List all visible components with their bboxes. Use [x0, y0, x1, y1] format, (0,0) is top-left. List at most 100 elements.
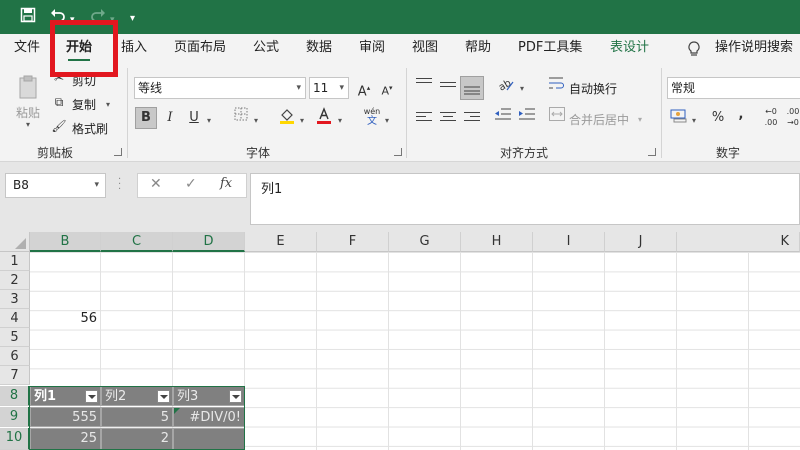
filter-dropdown-icon[interactable] [229, 390, 242, 403]
cancel-icon[interactable]: ✕ [150, 176, 162, 192]
row-header-4[interactable]: 4 [0, 309, 30, 328]
column-header-g[interactable]: G [389, 232, 461, 252]
table-cell[interactable]: 5 [101, 407, 173, 427]
tab-review[interactable]: 审阅 [359, 34, 385, 64]
enter-icon[interactable]: ✓ [185, 176, 197, 192]
tab-data[interactable]: 数据 [306, 34, 332, 64]
number-format-combo[interactable]: 常规 [667, 77, 800, 99]
tab-page-layout[interactable]: 页面布局 [174, 34, 226, 64]
row-header-10[interactable]: 10 [0, 428, 30, 450]
orientation-dropdown-icon[interactable]: ▾ [520, 84, 524, 93]
decrease-indent-icon[interactable] [492, 107, 514, 129]
font-launcher-icon[interactable] [394, 148, 402, 156]
tab-table-design[interactable]: 表设计 [610, 34, 649, 64]
underline-dropdown-icon[interactable]: ▾ [207, 116, 211, 125]
wrap-text-icon[interactable] [547, 76, 567, 98]
fill-color-icon[interactable] [276, 107, 298, 129]
tab-insert[interactable]: 插入 [121, 34, 147, 64]
customize-qat-icon[interactable]: ▾ [130, 9, 135, 29]
table-header-cell[interactable]: 列1 [30, 386, 101, 406]
merge-dropdown-icon[interactable]: ▾ [638, 115, 642, 124]
table-cell[interactable]: 555 [30, 407, 101, 427]
column-header-k[interactable]: K [677, 232, 800, 252]
tab-view[interactable]: 视图 [412, 34, 438, 64]
row-header-6[interactable]: 6 [0, 347, 30, 366]
row-header-1[interactable]: 1 [0, 252, 30, 271]
table-cell[interactable] [173, 428, 245, 450]
copy-icon[interactable]: ⧉ [51, 94, 67, 110]
column-header-d[interactable]: D [173, 232, 245, 252]
tab-formulas[interactable]: 公式 [253, 34, 279, 64]
orientation-icon[interactable]: ab [495, 76, 517, 98]
clipboard-launcher-icon[interactable] [114, 148, 122, 156]
cell-b4[interactable]: 56 [30, 309, 100, 328]
borders-dropdown-icon[interactable]: ▾ [254, 116, 258, 125]
comma-style-button[interactable]: , [730, 104, 752, 126]
column-header-h[interactable]: H [461, 232, 533, 252]
formula-input[interactable]: 列1 [250, 173, 800, 225]
save-icon[interactable] [20, 7, 36, 23]
font-color-dropdown-icon[interactable]: ▾ [338, 116, 342, 125]
fill-color-dropdown-icon[interactable]: ▾ [300, 116, 304, 125]
paste-label[interactable]: 粘贴 [16, 104, 40, 121]
align-center-icon[interactable] [440, 112, 456, 126]
phonetic-dropdown-icon[interactable]: ▾ [385, 116, 389, 125]
table-cell[interactable]: 2 [101, 428, 173, 450]
column-header-b[interactable]: B [30, 232, 101, 252]
column-header-e[interactable]: E [245, 232, 317, 252]
copy-label[interactable]: 复制 [72, 96, 96, 113]
table-cell[interactable]: 25 [30, 428, 101, 450]
tab-file[interactable]: 文件 [14, 34, 40, 64]
column-header-i[interactable]: I [533, 232, 605, 252]
merge-center-icon[interactable] [547, 107, 567, 129]
underline-button[interactable]: U [183, 107, 205, 129]
more-options-icon[interactable]: · · · [118, 175, 121, 195]
row-header-8[interactable]: 8 [0, 386, 30, 406]
insert-function-icon[interactable]: fx [220, 176, 232, 191]
merge-center-label[interactable]: 合并后居中 [569, 111, 629, 128]
row-header-7[interactable]: 7 [0, 366, 30, 385]
font-color-icon[interactable] [313, 107, 335, 129]
font-name-combo[interactable]: 等线 ▾ [134, 77, 306, 99]
column-header-f[interactable]: F [317, 232, 389, 252]
paste-dropdown-icon[interactable]: ▾ [26, 120, 30, 129]
paste-icon[interactable] [16, 74, 42, 100]
table-header-cell[interactable]: 列2 [101, 386, 173, 406]
align-top-icon[interactable] [416, 78, 432, 92]
tell-me-search[interactable]: 操作说明搜索 [715, 34, 793, 64]
column-header-j[interactable]: J [605, 232, 677, 252]
row-header-3[interactable]: 3 [0, 290, 30, 309]
name-box[interactable]: B8 ▾ [5, 173, 106, 198]
format-painter-icon[interactable]: 🖌 [51, 118, 67, 134]
align-middle-icon[interactable] [440, 82, 456, 96]
row-header-9[interactable]: 9 [0, 407, 30, 427]
row-header-2[interactable]: 2 [0, 271, 30, 290]
align-bottom-icon[interactable] [460, 76, 484, 100]
italic-button[interactable]: I [159, 107, 181, 129]
shrink-font-button[interactable]: A▾ [376, 77, 398, 99]
select-all-corner[interactable] [0, 232, 30, 252]
table-cell-error[interactable]: #DIV/0! [173, 407, 245, 427]
tab-pdf-tools[interactable]: PDF工具集 [518, 34, 582, 64]
row-header-5[interactable]: 5 [0, 328, 30, 347]
increase-decimal-icon[interactable]: ←0 .00 [760, 104, 782, 130]
accounting-dropdown-icon[interactable]: ▾ [692, 116, 696, 125]
font-size-combo[interactable]: 11 ▾ [309, 77, 349, 99]
increase-indent-icon[interactable] [516, 107, 538, 129]
accounting-format-icon[interactable] [668, 107, 690, 129]
table-header-cell[interactable]: 列3 [173, 386, 245, 406]
copy-dropdown-icon[interactable]: ▾ [106, 100, 110, 109]
bold-button[interactable]: B [135, 107, 157, 129]
column-header-c[interactable]: C [101, 232, 173, 252]
align-right-icon[interactable] [464, 112, 480, 126]
format-painter-label[interactable]: 格式刷 [72, 120, 108, 137]
borders-icon[interactable] [230, 107, 252, 129]
tab-help[interactable]: 帮助 [465, 34, 491, 64]
wrap-text-label[interactable]: 自动换行 [569, 80, 617, 97]
percent-style-button[interactable]: % [707, 107, 729, 129]
grow-font-button[interactable]: A▴ [353, 77, 375, 99]
decrease-decimal-icon[interactable]: .00 →0 [786, 104, 800, 130]
align-left-icon[interactable] [416, 112, 432, 126]
alignment-launcher-icon[interactable] [648, 148, 656, 156]
filter-dropdown-icon[interactable] [85, 390, 98, 403]
